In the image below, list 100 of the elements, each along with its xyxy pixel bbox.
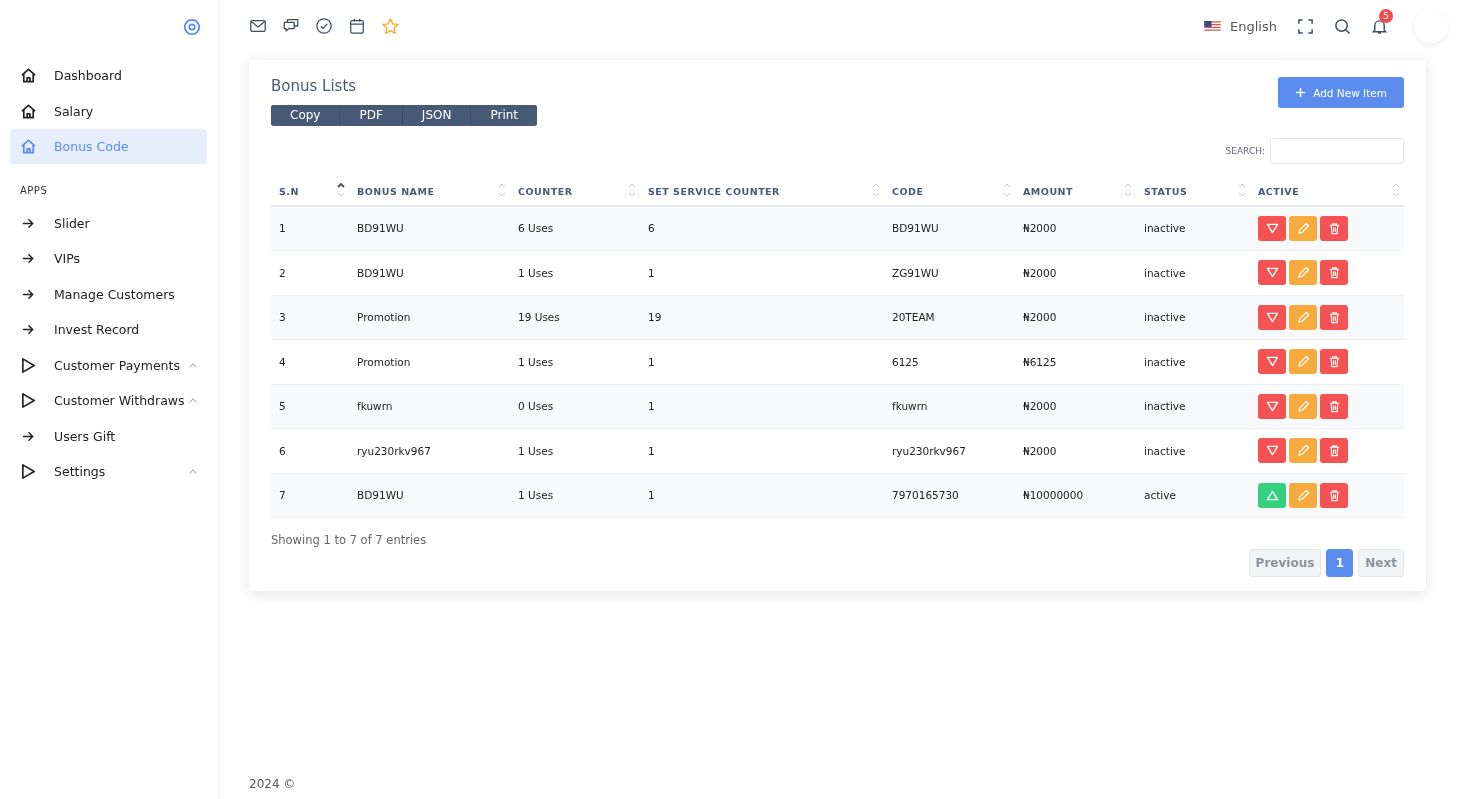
sidebar-item[interactable]: Users Gift xyxy=(10,418,207,454)
bell-icon[interactable] xyxy=(1371,17,1388,35)
footer-text: 2024 © xyxy=(249,777,297,793)
table-cell: 1 Uses xyxy=(510,473,640,518)
language-selector[interactable]: English xyxy=(1204,18,1277,34)
table-cell: 6 Uses xyxy=(510,205,640,251)
caret-icon xyxy=(189,469,197,474)
toggle-button[interactable] xyxy=(1258,215,1286,241)
triangle-icon xyxy=(1265,356,1279,368)
table-cell: 1 Uses xyxy=(510,339,640,384)
delete-button[interactable] xyxy=(1320,349,1348,375)
table-cell: 2 xyxy=(271,250,349,295)
sort-icon xyxy=(1124,181,1132,198)
column-header[interactable]: AMOUNT xyxy=(1015,181,1136,206)
section-heading: APPS xyxy=(19,183,49,198)
delete-button[interactable] xyxy=(1320,482,1348,508)
arrow-right-icon xyxy=(20,322,37,337)
column-header[interactable]: S.N xyxy=(271,181,349,206)
toggle-button[interactable] xyxy=(1258,260,1286,286)
column-header[interactable]: STATUS xyxy=(1136,181,1250,206)
table-cell: Promotion xyxy=(349,295,510,340)
edit-button[interactable] xyxy=(1289,482,1317,508)
column-header[interactable]: BONUS NAME xyxy=(349,181,510,206)
table-cell: 1 xyxy=(640,339,884,384)
check-circle-icon[interactable] xyxy=(315,17,333,35)
pencil-icon xyxy=(1296,310,1310,324)
mail-icon[interactable] xyxy=(249,17,267,35)
column-header[interactable]: CODE xyxy=(884,181,1015,206)
sort-icon xyxy=(1003,181,1011,198)
caret-icon xyxy=(189,398,197,403)
toggle-button[interactable] xyxy=(1258,482,1286,508)
delete-button[interactable] xyxy=(1320,393,1348,419)
toggle-button[interactable] xyxy=(1258,304,1286,330)
sidebar-item[interactable]: Customer Withdraws xyxy=(10,383,207,418)
pencil-icon xyxy=(1296,444,1310,458)
pencil-icon xyxy=(1296,266,1310,280)
edit-button[interactable] xyxy=(1289,260,1317,286)
trash-icon xyxy=(1327,221,1341,235)
toggle-button[interactable] xyxy=(1258,349,1286,375)
search-icon[interactable] xyxy=(1334,17,1351,35)
sidebar-item[interactable]: Salary xyxy=(10,93,207,129)
toggle-button[interactable] xyxy=(1258,393,1286,419)
trash-icon xyxy=(1327,266,1341,280)
calendar-icon[interactable] xyxy=(348,17,366,35)
trash-icon xyxy=(1327,488,1341,502)
pencil-icon xyxy=(1296,221,1310,235)
table-cell: inactive xyxy=(1136,428,1250,473)
sidebar-item[interactable]: VIPs xyxy=(10,241,207,276)
pencil-icon xyxy=(1296,399,1310,413)
table-cell: 1 xyxy=(640,384,884,429)
edit-button[interactable] xyxy=(1289,349,1317,375)
toggle-button[interactable] xyxy=(1258,438,1286,464)
table-cell: 1 xyxy=(640,473,884,518)
sidebar-item[interactable]: Manage Customers xyxy=(10,276,207,312)
column-header[interactable]: COUNTER xyxy=(510,181,640,206)
fullscreen-icon[interactable] xyxy=(1297,17,1314,35)
sidebar-item[interactable]: Dashboard xyxy=(10,58,207,93)
sidebar-item[interactable]: Invest Record xyxy=(10,312,207,347)
table-cell: inactive xyxy=(1136,295,1250,340)
edit-button[interactable] xyxy=(1289,215,1317,241)
pencil-icon xyxy=(1296,488,1310,502)
sidebar-item[interactable]: Customer Payments xyxy=(10,347,207,383)
table-cell: BD91WU xyxy=(349,473,510,518)
column-header[interactable]: SET SERVICE COUNTER xyxy=(640,181,884,206)
delete-button[interactable] xyxy=(1320,304,1348,330)
delete-button[interactable] xyxy=(1320,260,1348,286)
table-cell: fkuwrn xyxy=(884,384,1015,429)
edit-button[interactable] xyxy=(1289,438,1317,464)
play-icon xyxy=(20,356,37,374)
table-cell: active xyxy=(1136,473,1250,518)
table-cell: ₦2000 xyxy=(1015,384,1136,429)
star-icon[interactable] xyxy=(381,16,400,36)
search-field[interactable] xyxy=(1270,137,1404,164)
table-cell: ₦10000000 xyxy=(1015,473,1136,518)
edit-button[interactable] xyxy=(1289,393,1317,419)
table-cell: 6125 xyxy=(884,339,1015,384)
delete-button[interactable] xyxy=(1320,438,1348,464)
plus-icon xyxy=(1295,87,1307,98)
sidebar-item[interactable]: Slider xyxy=(10,205,207,241)
table-cell: BD91WU xyxy=(349,250,510,295)
search-label: SEARCH: xyxy=(1225,145,1265,156)
triangle-icon xyxy=(1265,445,1279,457)
export-button[interactable]: Copy xyxy=(271,104,341,126)
column-header[interactable]: ACTIVE xyxy=(1250,181,1404,206)
target-icon[interactable] xyxy=(183,18,201,36)
table-cell: 7970165730 xyxy=(884,473,1015,518)
sidebar-item[interactable]: Settings xyxy=(10,454,207,489)
table-cell: 1 xyxy=(271,205,349,251)
table-cell: 4 xyxy=(271,339,349,384)
table-cell: ₦2000 xyxy=(1015,428,1136,473)
trash-icon xyxy=(1327,355,1341,369)
table-cell: ryu230rkv967 xyxy=(884,428,1015,473)
sort-icon xyxy=(628,181,636,198)
table-cell: 6 xyxy=(271,428,349,473)
delete-button[interactable] xyxy=(1320,215,1348,241)
edit-button[interactable] xyxy=(1289,304,1317,330)
table-cell: 3 xyxy=(271,295,349,340)
table-cell: BD91WU xyxy=(884,205,1015,251)
table-cell: 1 Uses xyxy=(510,428,640,473)
play-icon xyxy=(20,463,37,480)
